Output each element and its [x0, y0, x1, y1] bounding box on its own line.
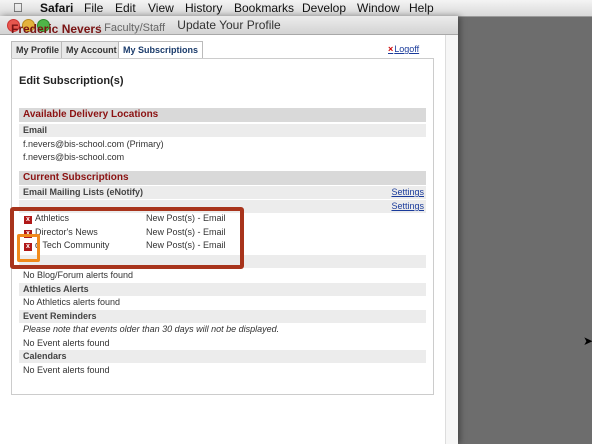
event-reminders-label: Event Reminders [19, 310, 426, 323]
logoff-label: Logoff [394, 44, 420, 54]
menu-bookmarks[interactable]: Bookmarks [234, 0, 294, 16]
email-primary: f.nevers@bis-school.com (Primary) [23, 139, 164, 149]
menu-view[interactable]: View [148, 0, 174, 16]
calendars-label: Calendars [19, 350, 426, 363]
calendars-message: No Event alerts found [23, 365, 110, 375]
menu-bar:  Safari File Edit View History Bookmark… [0, 0, 592, 17]
athletics-alerts-message: No Athletics alerts found [23, 297, 121, 307]
athletics-alerts-label: Athletics Alerts [19, 283, 426, 296]
event-reminders-note: Please note that events older than 30 da… [23, 324, 280, 334]
tab-my-account[interactable]: My Account [61, 41, 122, 58]
scrollbar[interactable] [445, 35, 458, 444]
menu-file[interactable]: File [84, 0, 103, 16]
mailing-lists-label: Email Mailing Lists (eNotify) Settings [19, 186, 426, 199]
settings-link[interactable]: Settings [391, 186, 424, 199]
delivery-locations-heading: Available Delivery Locations [19, 108, 426, 122]
email-secondary: f.nevers@bis-school.com [23, 152, 125, 162]
x-icon: × [388, 44, 394, 54]
mouse-cursor-icon: ➤ [583, 334, 592, 348]
logoff-link[interactable]: ×Logoff [388, 44, 419, 54]
tab-my-subscriptions[interactable]: My Subscriptions [118, 41, 204, 59]
apple-icon[interactable]:  [13, 0, 23, 16]
blog-forum-message: No Blog/Forum alerts found [23, 270, 134, 280]
subscriptions-highlight-box [10, 207, 244, 269]
menu-app[interactable]: Safari [40, 0, 73, 16]
profile-role: : Faculty/Staff [98, 22, 166, 34]
profile-name: Frederic Nevers [11, 22, 102, 36]
settings-link-2[interactable]: Settings [391, 200, 424, 213]
panel-title: Edit Subscription(s) [19, 75, 124, 87]
current-subscriptions-heading: Current Subscriptions [19, 171, 426, 185]
menu-window[interactable]: Window [357, 0, 400, 16]
delete-icon-highlight-box [17, 234, 40, 262]
event-reminders-message: No Event alerts found [23, 338, 110, 348]
menu-edit[interactable]: Edit [115, 0, 136, 16]
mailing-lists-text: Email Mailing Lists (eNotify) [23, 187, 144, 197]
tab-my-profile[interactable]: My Profile [11, 41, 65, 58]
menu-help[interactable]: Help [409, 0, 434, 16]
email-label: Email [19, 124, 426, 137]
menu-develop[interactable]: Develop [302, 0, 346, 16]
menu-history[interactable]: History [185, 0, 222, 16]
